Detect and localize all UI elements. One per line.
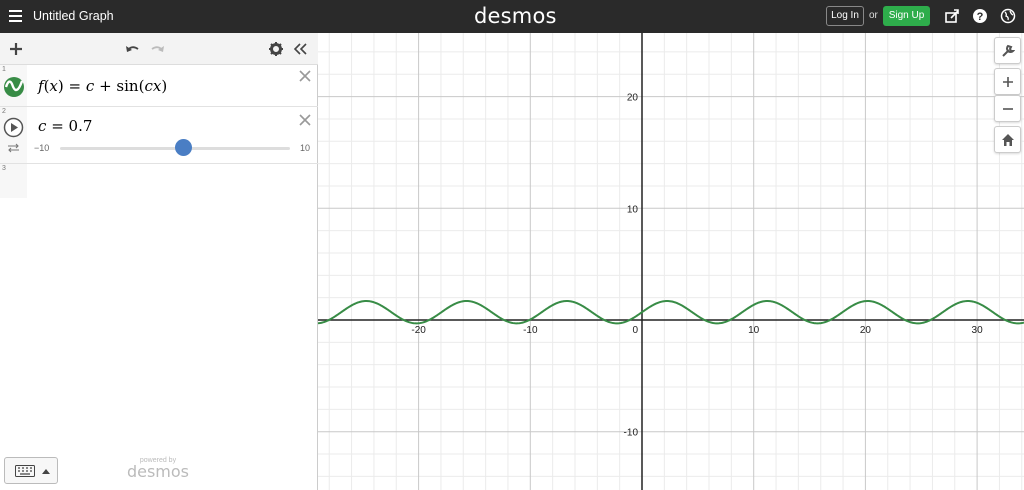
expression-gutter: 2 <box>0 107 27 163</box>
formula-plus: + <box>99 77 112 95</box>
expression-number: 1 <box>2 66 6 73</box>
zoom-in-button[interactable] <box>994 68 1021 95</box>
zoom-in-icon <box>1003 77 1013 87</box>
caret-up-icon <box>42 469 50 474</box>
loop-icon[interactable] <box>7 143 20 153</box>
share-icon[interactable] <box>944 8 960 24</box>
zoom-out-icon <box>1003 108 1013 110</box>
slider-formula[interactable]: c = 0.7 <box>38 117 92 135</box>
default-view-button[interactable] <box>994 126 1021 153</box>
x-tick-label: -10 <box>523 325 538 336</box>
x-tick-label: -20 <box>411 325 426 336</box>
expression-number: 2 <box>2 108 6 115</box>
keyboard-icon <box>15 465 35 477</box>
login-button[interactable]: Log In <box>826 6 864 26</box>
expression-formula[interactable]: f(x) = c + sin(cx) <box>38 77 167 95</box>
or-label: or <box>869 10 878 21</box>
graph-title[interactable]: Untitled Graph <box>33 9 114 23</box>
powered-by-desmos: powered by desmos <box>125 457 191 481</box>
formula-function: sin <box>116 77 139 95</box>
expression-number: 3 <box>2 165 6 172</box>
delete-expression-icon[interactable] <box>299 114 311 126</box>
wave-icon[interactable] <box>3 76 25 98</box>
play-icon[interactable] <box>3 117 24 138</box>
zoom-out-button[interactable] <box>994 95 1021 122</box>
major-grid <box>318 33 1024 490</box>
y-tick-label: 10 <box>627 204 639 215</box>
globe-icon[interactable] <box>1000 8 1016 24</box>
add-icon[interactable] <box>8 41 24 57</box>
settings-icon[interactable] <box>268 41 284 57</box>
help-icon[interactable]: ? <box>972 8 988 24</box>
expression-row-1[interactable]: 1 f(x) = c + sin(cx) <box>0 65 318 107</box>
redo-icon[interactable] <box>150 41 166 57</box>
slider-min[interactable]: −10 <box>34 143 49 153</box>
axes <box>318 33 1024 490</box>
delete-expression-icon[interactable] <box>299 70 311 82</box>
home-icon <box>1002 134 1014 146</box>
slider-max[interactable]: 10 <box>300 143 310 153</box>
formula-constant: c <box>85 77 95 95</box>
slider-thumb[interactable] <box>174 139 192 156</box>
expression-gutter: 3 <box>0 164 27 198</box>
expression-list: 1 f(x) = c + sin(cx) 2 c = 0.7 −10 10 3 <box>0 65 318 198</box>
x-tick-label: 10 <box>748 325 760 336</box>
y-tick-label: 20 <box>627 93 639 104</box>
x-tick-label: 20 <box>860 325 872 336</box>
svg-text:?: ? <box>977 11 984 23</box>
function-variable: x <box>49 77 58 95</box>
formula-argument: cx <box>144 77 162 95</box>
wrench-icon <box>1002 44 1015 57</box>
undo-icon[interactable] <box>124 41 140 57</box>
top-bar: Untitled Graph desmos Log In or Sign Up … <box>0 0 1024 33</box>
expression-panel: 1 f(x) = c + sin(cx) 2 c = 0.7 −10 10 3 … <box>0 33 318 490</box>
menu-icon[interactable] <box>9 10 22 22</box>
x-tick-labels: -20 -10 0 10 20 30 <box>411 325 983 336</box>
slider-variable: c <box>38 117 47 135</box>
signup-button[interactable]: Sign Up <box>883 6 930 26</box>
powered-by-logo: desmos <box>126 462 190 481</box>
graph-settings-button[interactable] <box>994 37 1021 64</box>
slider-value: 0.7 <box>68 117 93 135</box>
graph-canvas[interactable]: -20 -10 0 10 20 30 20 10 -10 <box>318 33 1024 490</box>
x-tick-label: 30 <box>972 325 984 336</box>
x-tick-label: 0 <box>632 325 638 336</box>
panel-header <box>0 33 318 65</box>
slider-equals: = <box>51 117 64 135</box>
y-tick-label: -10 <box>624 428 639 439</box>
desmos-logo: desmos <box>474 4 557 28</box>
expression-gutter: 1 <box>0 65 27 106</box>
minor-grid <box>318 33 1024 490</box>
expression-row-3[interactable]: 3 <box>0 164 318 198</box>
expression-row-2[interactable]: 2 c = 0.7 −10 10 <box>0 107 318 164</box>
keyboard-button[interactable] <box>4 457 58 484</box>
collapse-icon[interactable] <box>292 41 308 57</box>
graph-plot[interactable]: -20 -10 0 10 20 30 20 10 -10 <box>318 33 1024 490</box>
